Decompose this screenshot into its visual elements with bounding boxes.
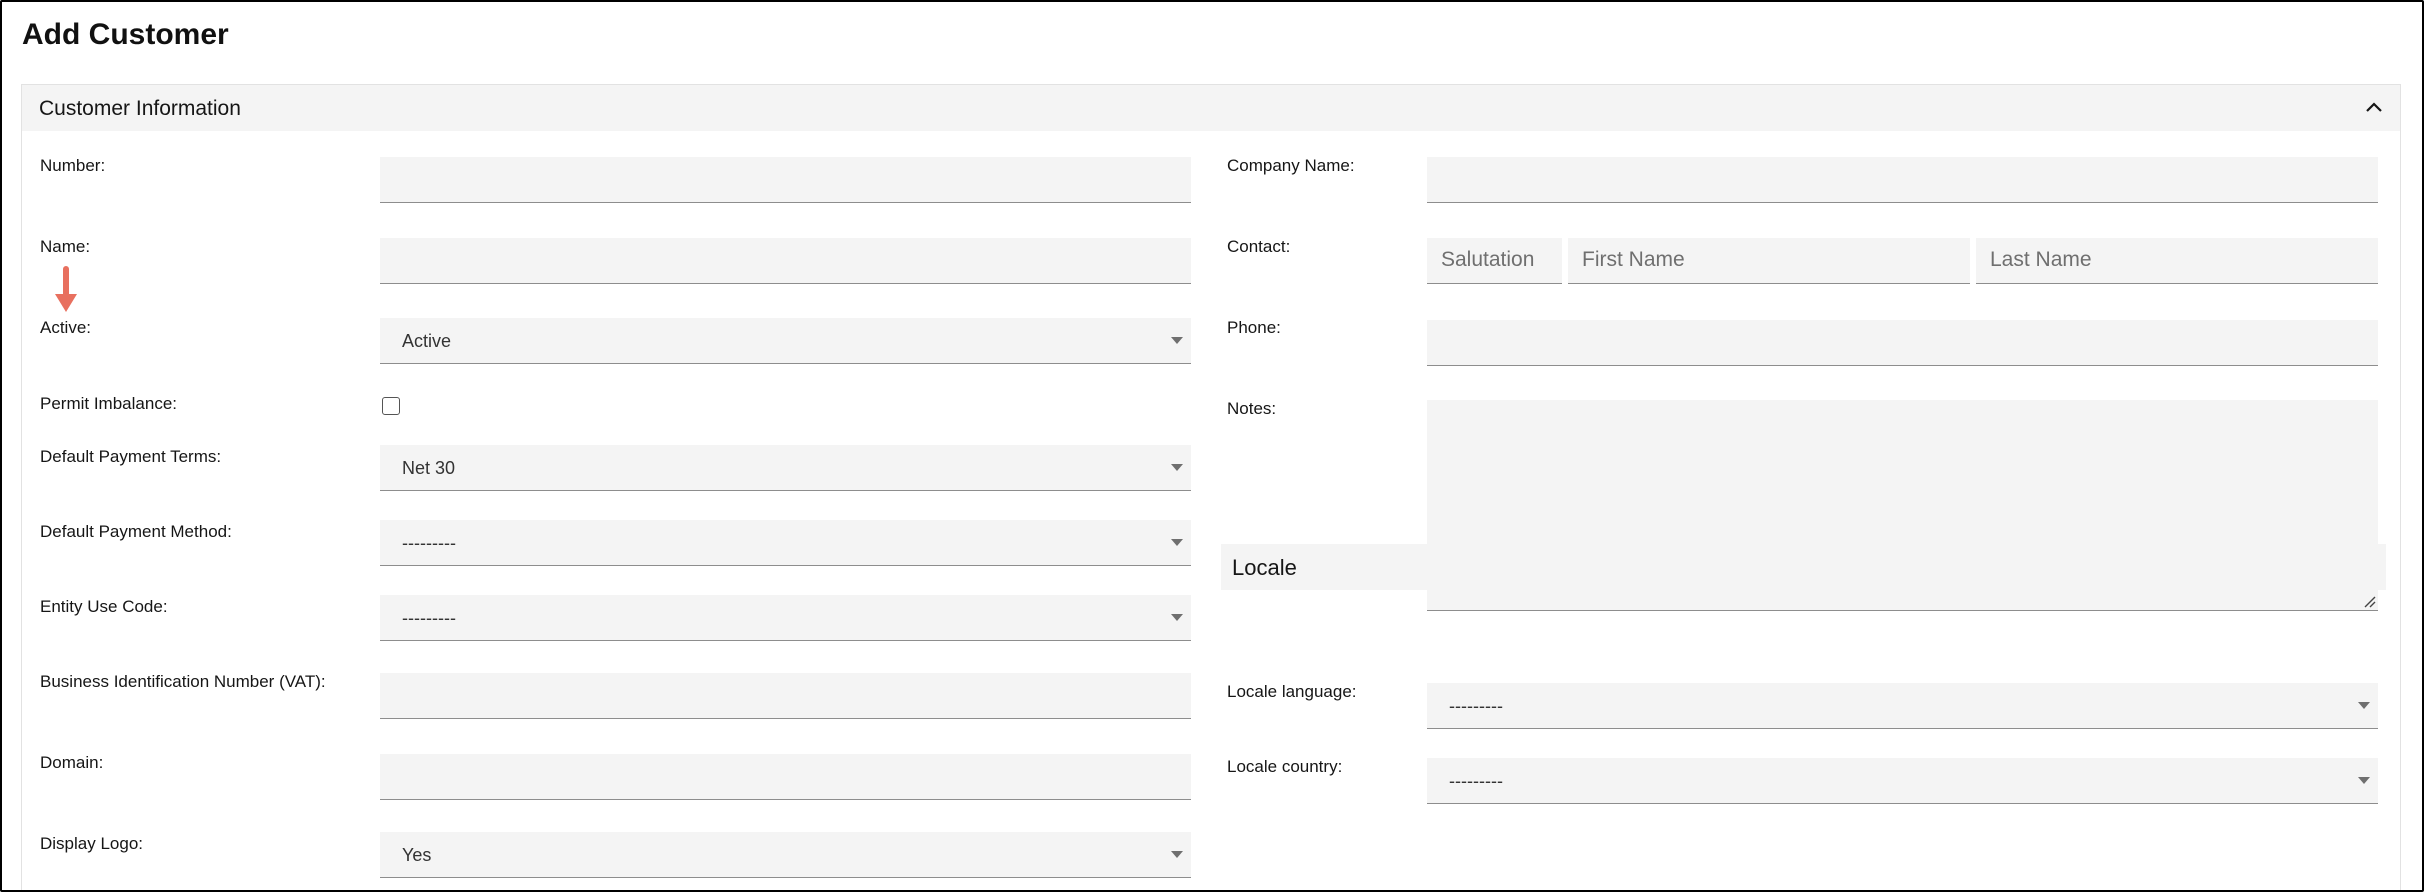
active-label: Active: <box>40 318 92 337</box>
display-logo-label: Display Logo: <box>40 834 144 853</box>
contact-label: Contact: <box>1227 237 1291 256</box>
locale-country-select[interactable]: --------- <box>1427 758 2378 804</box>
caret-down-icon <box>1171 337 1183 344</box>
vat-label: Business Identification Number (VAT): <box>40 672 326 691</box>
phone-label: Phone: <box>1227 318 1281 337</box>
payment-terms-label: Default Payment Terms: <box>40 447 222 466</box>
permit-imbalance-checkbox[interactable] <box>382 397 400 415</box>
salutation-input[interactable] <box>1427 238 1562 284</box>
permit-imbalance-label: Permit Imbalance: <box>40 394 177 413</box>
locale-country-value: --------- <box>1449 771 1503 791</box>
number-input[interactable] <box>380 157 1191 203</box>
entity-use-code-value: --------- <box>402 608 456 628</box>
active-select[interactable]: Active <box>380 318 1191 364</box>
payment-terms-select[interactable]: Net 30 <box>380 445 1191 491</box>
caret-down-icon <box>2358 702 2370 709</box>
name-input[interactable] <box>380 238 1191 284</box>
caret-down-icon <box>1171 464 1183 471</box>
entity-use-code-select[interactable]: --------- <box>380 595 1191 641</box>
company-name-input[interactable] <box>1427 157 2378 203</box>
display-logo-value: Yes <box>402 845 432 865</box>
caret-down-icon <box>1171 614 1183 621</box>
entity-use-code-label: Entity Use Code: <box>40 597 168 616</box>
notes-label: Notes: <box>1227 399 1277 418</box>
first-name-input[interactable] <box>1568 238 1970 284</box>
caret-down-icon <box>1171 851 1183 858</box>
domain-input[interactable] <box>380 754 1191 800</box>
locale-header: Locale <box>1221 544 2386 590</box>
annotation-arrow-icon <box>55 266 77 312</box>
last-name-input[interactable] <box>1976 238 2378 284</box>
domain-label: Domain: <box>40 753 104 772</box>
phone-input[interactable] <box>1427 320 2378 366</box>
locale-country-label: Locale country: <box>1227 757 1343 776</box>
company-name-label: Company Name: <box>1227 156 1355 175</box>
caret-down-icon <box>2358 777 2370 784</box>
resize-handle-icon[interactable] <box>2362 594 2376 608</box>
name-label: Name: <box>40 237 91 256</box>
section-header[interactable]: Customer Information <box>22 85 2400 131</box>
locale-language-select[interactable]: --------- <box>1427 683 2378 729</box>
locale-title: Locale <box>1232 555 1297 580</box>
chevron-up-icon[interactable] <box>2362 95 2386 119</box>
payment-method-label: Default Payment Method: <box>40 522 232 541</box>
vat-input[interactable] <box>380 673 1191 719</box>
locale-language-value: --------- <box>1449 696 1503 716</box>
payment-method-select[interactable]: --------- <box>380 520 1191 566</box>
caret-down-icon <box>1171 539 1183 546</box>
payment-method-value: --------- <box>402 533 456 553</box>
active-select-value: Active <box>402 331 452 351</box>
payment-terms-value: Net 30 <box>402 458 456 478</box>
number-label: Number: <box>40 156 106 175</box>
section-title: Customer Information <box>39 97 241 120</box>
locale-language-label: Locale language: <box>1227 682 1357 701</box>
page-title: Add Customer <box>22 18 229 51</box>
display-logo-select[interactable]: Yes <box>380 832 1191 878</box>
app-frame: Add Customer Customer Information Number… <box>0 0 2424 892</box>
